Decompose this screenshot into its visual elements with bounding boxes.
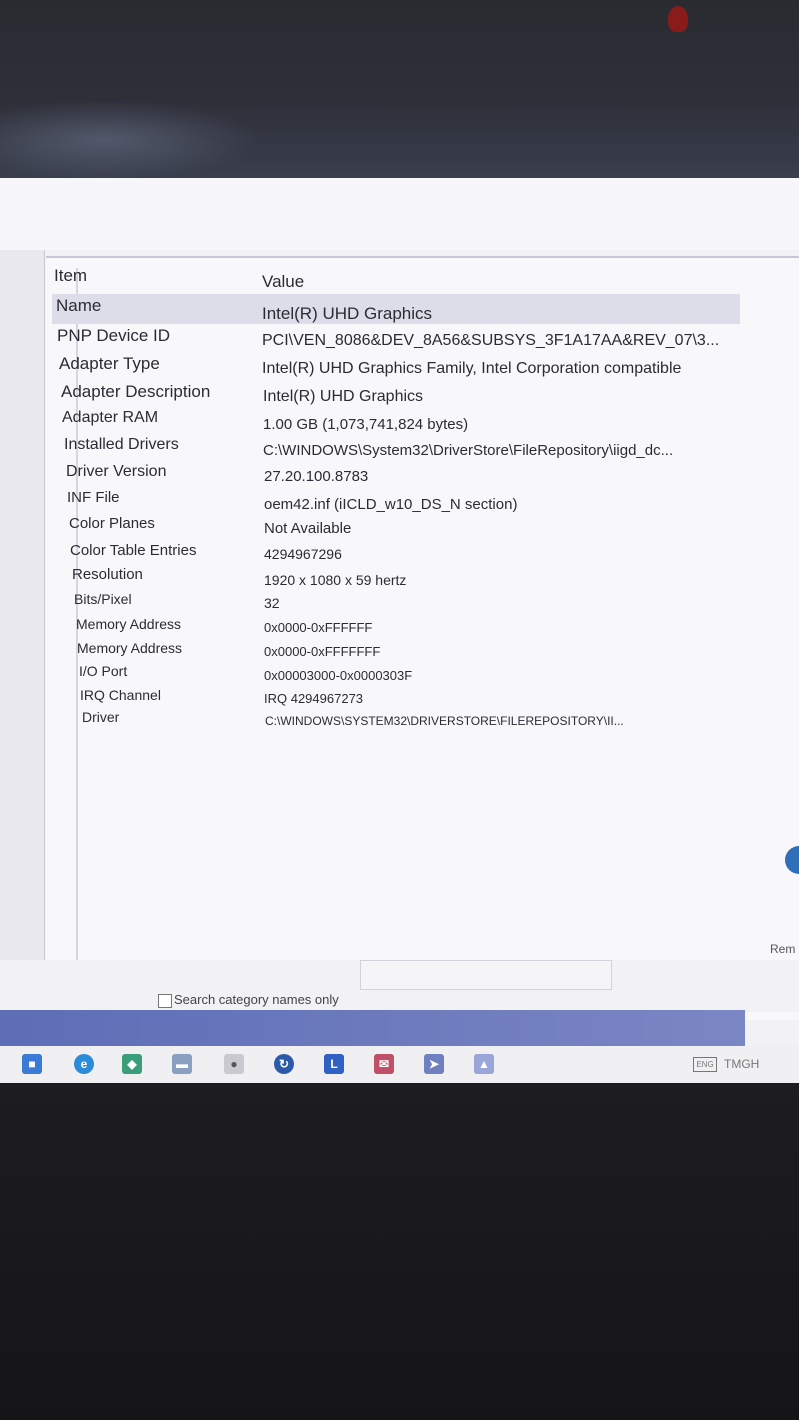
row-label[interactable]: Adapter Type xyxy=(59,354,160,374)
row-label[interactable]: Memory Address xyxy=(76,616,181,632)
search-input[interactable] xyxy=(360,960,612,990)
lens-icon[interactable]: L xyxy=(324,1054,344,1074)
row-value[interactable]: oem42.inf (iICLD_w10_DS_N section) xyxy=(264,496,517,513)
row-value[interactable]: 0x0000-0xFFFFFFF xyxy=(264,644,380,659)
row-label[interactable]: Memory Address xyxy=(77,640,182,656)
row-label[interactable]: Name xyxy=(56,296,101,316)
row-value[interactable]: 27.20.100.8783 xyxy=(264,468,368,485)
row-value[interactable]: Not Available xyxy=(264,520,351,537)
status-bar xyxy=(0,1010,745,1046)
side-label-rem: Rem xyxy=(770,942,796,956)
row-label[interactable]: Color Planes xyxy=(69,515,155,532)
desk-surface xyxy=(0,1083,799,1420)
row-value[interactable]: C:\WINDOWS\SYSTEM32\DRIVERSTORE\FILEREPO… xyxy=(265,714,624,728)
row-value[interactable]: C:\WINDOWS\System32\DriverStore\FileRepo… xyxy=(263,442,673,459)
row-label[interactable]: Driver Version xyxy=(66,463,166,481)
send-icon[interactable]: ➤ xyxy=(424,1054,444,1074)
row-value[interactable]: Intel(R) UHD Graphics Family, Intel Corp… xyxy=(262,360,681,378)
window-header xyxy=(0,178,799,250)
row-label[interactable]: Installed Drivers xyxy=(64,436,179,454)
store-icon[interactable]: ◆ xyxy=(122,1054,142,1074)
category-tree-pane[interactable] xyxy=(0,250,45,1040)
screen-glare xyxy=(0,100,260,180)
row-value[interactable]: IRQ 4294967273 xyxy=(264,691,363,706)
row-label[interactable]: Driver xyxy=(82,709,119,725)
column-header-value[interactable]: Value xyxy=(262,272,304,292)
tool-icon[interactable]: ▲ xyxy=(474,1054,494,1074)
keyboard-language-icon[interactable]: ENG xyxy=(693,1057,717,1072)
folder-icon[interactable]: ▬ xyxy=(172,1054,192,1074)
taskbar: ■ e ◆ ▬ ● ↻ L ✉ ➤ ▲ ENG TMGH xyxy=(0,1046,799,1083)
row-value[interactable]: 1.00 GB (1,073,741,824 bytes) xyxy=(263,416,468,433)
row-value[interactable]: Intel(R) UHD Graphics xyxy=(262,304,432,324)
row-label[interactable]: IRQ Channel xyxy=(80,687,161,703)
row-value[interactable]: 1920 x 1080 x 59 hertz xyxy=(264,572,406,588)
row-value[interactable]: Intel(R) UHD Graphics xyxy=(263,388,423,406)
sync-icon[interactable]: ↻ xyxy=(274,1054,294,1074)
app-icon[interactable]: ● xyxy=(224,1054,244,1074)
red-logo-mark xyxy=(668,6,688,32)
row-label[interactable]: PNP Device ID xyxy=(57,326,170,346)
row-label[interactable]: I/O Port xyxy=(79,663,127,679)
edge-browser-icon[interactable]: e xyxy=(74,1054,94,1074)
search-area: Search category names only xyxy=(0,960,799,1012)
row-label[interactable]: Adapter RAM xyxy=(62,409,158,427)
row-value[interactable]: 32 xyxy=(264,595,280,611)
row-value[interactable]: 0x0000-0xFFFFFF xyxy=(264,620,372,635)
monitor-bezel-top xyxy=(0,0,799,185)
column-header-item[interactable]: Item xyxy=(54,266,87,286)
search-category-label: Search category names only xyxy=(174,992,339,1007)
row-value[interactable]: 0x00003000-0x0000303F xyxy=(264,668,412,683)
search-category-checkbox[interactable] xyxy=(158,994,172,1008)
system-information-window: Item Value Name Intel(R) UHD Graphics PN… xyxy=(0,178,799,1083)
row-value[interactable]: 4294967296 xyxy=(264,546,342,562)
row-label[interactable]: INF File xyxy=(67,489,120,506)
details-table: Item Value Name Intel(R) UHD Graphics PN… xyxy=(46,256,799,1020)
row-label[interactable]: Resolution xyxy=(72,566,143,583)
row-label[interactable]: Color Table Entries xyxy=(70,542,196,559)
row-label[interactable]: Bits/Pixel xyxy=(74,591,132,607)
tray-text: TMGH xyxy=(724,1057,760,1071)
row-label[interactable]: Adapter Description xyxy=(61,382,210,402)
mail-icon[interactable]: ✉ xyxy=(374,1054,394,1074)
row-value[interactable]: PCI\VEN_8086&DEV_8A56&SUBSYS_3F1A17AA&RE… xyxy=(262,332,719,350)
windows-start-icon[interactable]: ■ xyxy=(22,1054,42,1074)
